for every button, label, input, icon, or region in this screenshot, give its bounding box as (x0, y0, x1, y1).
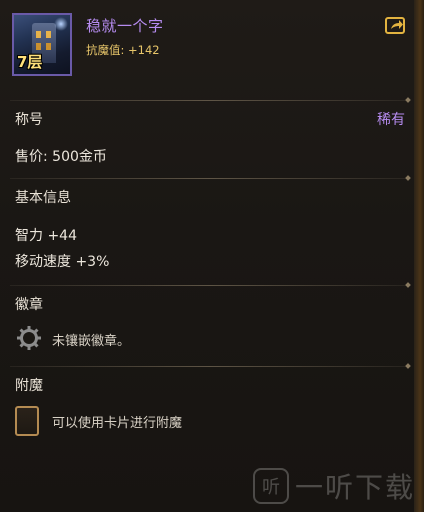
share-button[interactable] (385, 17, 405, 34)
badge-empty-text: 未镶嵌徽章。 (52, 334, 131, 349)
watermark-logo-icon: 听 (252, 468, 289, 504)
divider (10, 363, 411, 369)
rarity-label: 稀有 (377, 112, 405, 128)
moon-glow (54, 17, 68, 31)
share-icon (391, 20, 403, 29)
watermark-text: 一听下载 (294, 471, 415, 504)
floor-label: 7层 (17, 53, 43, 71)
stat-intelligence: 智力 +44 (15, 228, 77, 244)
gear-icon[interactable] (16, 325, 42, 351)
badge-section-label: 徽章 (15, 297, 43, 313)
price-text: 售价: 500金币 (15, 149, 107, 165)
divider (10, 175, 411, 181)
enchant-section-label: 附魔 (15, 378, 43, 394)
divider (10, 97, 411, 103)
item-icon: 7层 (12, 13, 72, 76)
stat-move-speed: 移动速度 +3% (15, 254, 110, 270)
card-slot-icon[interactable] (15, 406, 39, 436)
title-section-label: 称号 (15, 112, 43, 128)
resistance-stat: 抗魔值: +142 (86, 43, 160, 57)
watermark: 听 一听下载 (252, 466, 415, 506)
enchant-hint-text: 可以使用卡片进行附魔 (52, 416, 183, 431)
divider (10, 282, 411, 288)
basic-info-label: 基本信息 (15, 190, 71, 206)
background-edge (414, 0, 424, 512)
item-tooltip-panel: 7层 稳就一个字 抗魔值: +142 称号 稀有 售价: 500金币 基本信息 … (0, 0, 424, 512)
item-title: 稳就一个字 (86, 17, 164, 35)
